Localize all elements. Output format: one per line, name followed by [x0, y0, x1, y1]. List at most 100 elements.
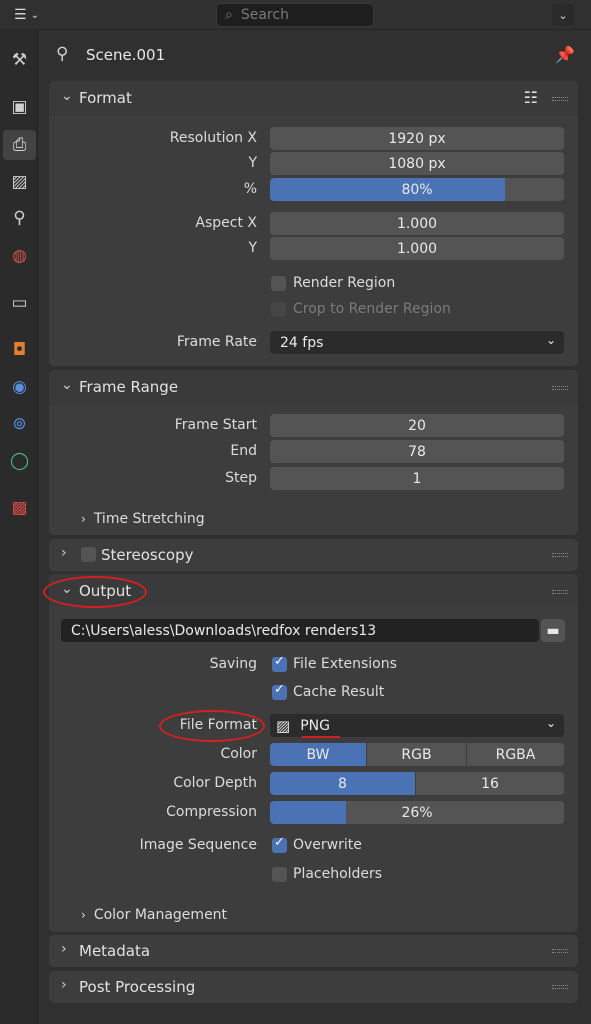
frame-end-field[interactable]: 78	[270, 440, 564, 463]
world-icon: ◍	[12, 246, 27, 266]
frame-step-label: Step	[225, 470, 257, 486]
frame-range-panel: ⌄ Frame Range Frame Start 20 End 78 Step…	[49, 370, 578, 535]
modifiers-tab[interactable]: ◉	[3, 372, 36, 402]
resolution-y-value: 1080 px	[388, 155, 446, 172]
camera-back-icon: ▣	[11, 97, 28, 117]
resolution-x-field[interactable]: 1920 px	[270, 127, 564, 150]
color-label: Color	[220, 746, 257, 762]
cache-result-label: Cache Result	[293, 684, 385, 700]
drag-grip-icon[interactable]	[552, 553, 568, 557]
time-stretching-subpanel[interactable]: › Time Stretching	[81, 511, 205, 527]
panel-title: Metadata	[79, 942, 151, 960]
search-input[interactable]: ⌕ Search	[216, 3, 374, 27]
resolution-percent-slider[interactable]: 80%	[270, 178, 564, 201]
frame-range-panel-header[interactable]: ⌄ Frame Range	[49, 370, 578, 405]
frame-end-value: 78	[408, 443, 426, 460]
aspect-x-label: Aspect X	[195, 215, 257, 231]
depth-16-button[interactable]: 16	[416, 772, 564, 795]
output-path-value: C:\Users\aless\Downloads\redfox renders1…	[71, 622, 377, 639]
object-tab[interactable]: ◘	[3, 335, 36, 365]
tool-tab[interactable]: ⚒	[3, 45, 36, 75]
search-placeholder: Search	[240, 7, 289, 23]
options-dropdown[interactable]: ⌄	[552, 4, 574, 26]
render-region-checkbox[interactable]	[271, 276, 286, 291]
stereoscopy-panel[interactable]: › Stereoscopy	[49, 539, 578, 571]
scene-icon: ⚲	[56, 44, 69, 64]
drag-grip-icon[interactable]	[552, 97, 568, 101]
stereoscopy-checkbox[interactable]	[81, 547, 96, 562]
file-format-dropdown[interactable]: ▨ PNG ⌄	[270, 714, 564, 737]
output-tab[interactable]: ⎙	[3, 130, 36, 160]
time-stretching-label: Time Stretching	[93, 511, 205, 527]
post-processing-panel[interactable]: › Post Processing	[49, 971, 578, 1003]
aspect-y-label: Y	[248, 240, 257, 256]
output-path-field[interactable]: C:\Users\aless\Downloads\redfox renders1…	[61, 619, 539, 642]
chevron-right-icon: ›	[61, 545, 67, 561]
slider-fill	[270, 801, 347, 824]
saving-label: Saving	[209, 656, 257, 672]
placeholders-label: Placeholders	[293, 866, 383, 882]
scene-icon: ⚲	[13, 208, 26, 228]
frame-start-label: Frame Start	[174, 417, 257, 433]
drag-grip-icon[interactable]	[552, 386, 568, 390]
scene-name: Scene.001	[86, 46, 166, 64]
drag-grip-icon[interactable]	[552, 949, 568, 953]
panel-title: Frame Range	[79, 378, 179, 396]
folder-icon[interactable]: ▬	[541, 619, 565, 642]
compression-slider[interactable]: 26%	[270, 801, 564, 824]
frame-start-field[interactable]: 20	[270, 414, 564, 437]
panel-title: Post Processing	[79, 978, 196, 996]
chevron-down-icon: ⌄	[545, 333, 556, 347]
format-panel-header[interactable]: ⌄ Format ☷	[49, 81, 578, 116]
collection-tab[interactable]: ▭	[3, 288, 36, 318]
file-extensions-label: File Extensions	[293, 656, 397, 672]
file-format-value: PNG	[300, 717, 330, 734]
chevron-down-icon: ⌄	[545, 716, 556, 730]
overwrite-checkbox[interactable]	[272, 835, 287, 853]
cache-result-checkbox[interactable]	[272, 682, 287, 700]
context-header: ⚲ Scene.001 📌	[38, 36, 591, 76]
placeholders-checkbox[interactable]	[272, 867, 287, 882]
metadata-panel[interactable]: › Metadata	[49, 935, 578, 967]
color-rgb-button[interactable]: RGB	[367, 743, 466, 766]
chevron-down-icon: ⌄	[30, 9, 39, 21]
frame-rate-dropdown[interactable]: 24 fps ⌄	[270, 331, 564, 354]
depth-8-button[interactable]: 8	[270, 772, 415, 795]
tool-icon: ⚒	[11, 50, 28, 70]
printer-icon: ⎙	[12, 135, 27, 155]
file-extensions-checkbox[interactable]	[272, 654, 287, 672]
annotation-circle-output	[43, 576, 147, 608]
frame-step-field[interactable]: 1	[270, 467, 564, 490]
view-layer-tab[interactable]: ▨	[3, 167, 36, 197]
search-icon: ⌕	[225, 7, 233, 23]
output-panel: ⌄ Output C:\Users\aless\Downloads\redfox…	[49, 574, 578, 932]
wrench-icon: ◉	[12, 377, 27, 397]
checker-icon: ▩	[11, 498, 28, 518]
world-tab[interactable]: ◍	[3, 241, 36, 271]
drag-grip-icon[interactable]	[552, 985, 568, 989]
annotation-circle-file-format	[159, 710, 265, 742]
aspect-y-field[interactable]: 1.000	[270, 237, 564, 260]
resolution-percent-value: 80%	[401, 181, 433, 198]
editor-type-button[interactable]: ☰ ⌄	[14, 4, 54, 26]
color-management-subpanel[interactable]: › Color Management	[81, 907, 227, 923]
aspect-x-value: 1.000	[396, 215, 438, 232]
compression-label: Compression	[166, 804, 257, 820]
color-rgba-button[interactable]: RGBA	[467, 743, 564, 766]
pin-icon[interactable]: 📌	[555, 45, 575, 64]
scene-tab[interactable]: ⚲	[3, 203, 36, 233]
color-bw-button[interactable]: BW	[270, 743, 366, 766]
resolution-x-label: Resolution X	[169, 130, 257, 146]
aspect-x-field[interactable]: 1.000	[270, 212, 564, 235]
texture-tab[interactable]: ▩	[3, 493, 36, 523]
presets-icon[interactable]: ☷	[524, 88, 538, 107]
particles-tab[interactable]: ⊚	[3, 409, 36, 439]
drag-grip-icon[interactable]	[552, 590, 568, 594]
crop-checkbox[interactable]	[271, 302, 286, 317]
frame-rate-value: 24 fps	[280, 334, 324, 351]
resolution-y-field[interactable]: 1080 px	[270, 152, 564, 175]
chevron-down-icon: ⌄	[558, 8, 568, 22]
render-tab[interactable]: ▣	[3, 92, 36, 122]
properties-editor: ☰ ⌄ ⌕ Search ⌄ ⚒ ▣ ⎙ ▨ ⚲ ◍ ▭ ◘ ◉ ⊚ ◯ ▩ ⚲ …	[0, 0, 591, 1024]
physics-tab[interactable]: ◯	[3, 446, 36, 476]
